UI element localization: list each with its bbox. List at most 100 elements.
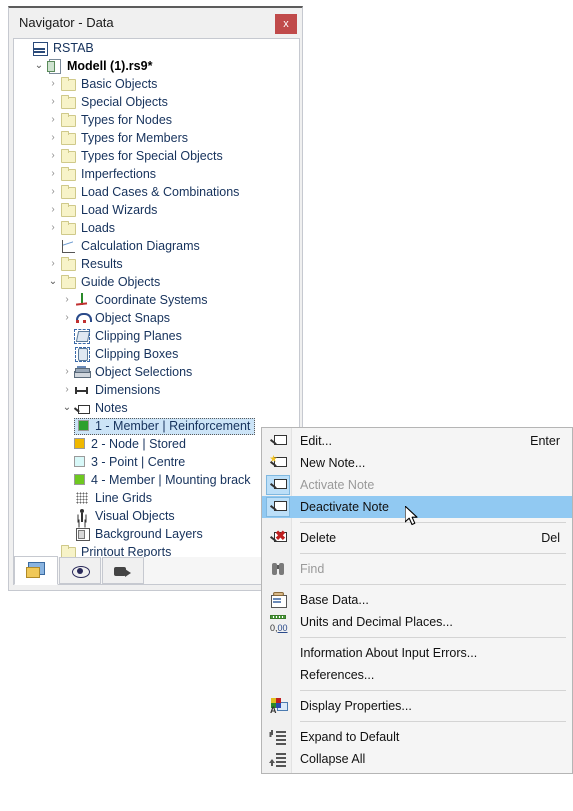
chevron-right-icon[interactable]: › (46, 129, 60, 147)
tree-item-calculation-diagrams[interactable]: › Calculation Diagrams (14, 237, 299, 255)
rstab-icon (32, 40, 48, 56)
note-deactivate-icon (270, 499, 287, 515)
folder-icon (60, 274, 76, 290)
tree-item-background-layers[interactable]: › Background Layers (14, 525, 299, 543)
note-delete-icon: ✖ (270, 529, 287, 546)
chevron-right-icon[interactable]: › (46, 147, 60, 165)
menu-item-delete[interactable]: ✖ Del Delete (262, 527, 572, 549)
tree-item-object-snaps[interactable]: › Object Snaps (14, 309, 299, 327)
note-item-content[interactable]: 4 - Member | Mounting brack (74, 473, 251, 487)
menu-item-expand-to-default[interactable]: Expand to Default (262, 726, 572, 748)
tree-item-label: Object Selections (95, 365, 193, 379)
note-item-3[interactable]: 3 - Point | Centre (14, 453, 299, 471)
chevron-down-icon[interactable]: ⌄ (32, 57, 46, 75)
chevron-right-icon[interactable]: › (46, 93, 60, 111)
menu-item-information-about-input-errors[interactable]: Information About Input Errors... (262, 642, 572, 664)
context-menu[interactable]: Enter Edit... New Note... Activate Note Deac… (261, 427, 573, 774)
note-item-1[interactable]: 1 - Member | Reinforcement (14, 417, 299, 435)
tree-item-imperfections[interactable]: › Imperfections (14, 165, 299, 183)
tree-item-guide-objects[interactable]: ⌄ Guide Objects (14, 273, 299, 291)
tab-data[interactable] (14, 556, 58, 585)
note-item-content[interactable]: 3 - Point | Centre (74, 455, 185, 469)
chevron-right-icon[interactable]: › (46, 255, 60, 273)
tab-display[interactable] (59, 557, 101, 584)
note-item-4[interactable]: 4 - Member | Mounting brack (14, 471, 299, 489)
menu-item-collapse-all[interactable]: Collapse All (262, 748, 572, 770)
chevron-spacer: › (60, 327, 74, 345)
folder-icon (60, 94, 76, 110)
menu-separator (300, 522, 566, 523)
tree-item-special-objects[interactable]: › Special Objects (14, 93, 299, 111)
tree-item-types-for-special-objects[interactable]: › Types for Special Objects (14, 147, 299, 165)
folder-icon (60, 112, 76, 128)
chevron-right-icon[interactable]: › (46, 201, 60, 219)
tree-item-clipping-planes[interactable]: › Clipping Planes (14, 327, 299, 345)
tree-item-basic-objects[interactable]: › Basic Objects (14, 75, 299, 93)
tree-item-notes[interactable]: ⌄ Notes (14, 399, 299, 417)
tree-item-load-cases-combinations[interactable]: › Load Cases & Combinations (14, 183, 299, 201)
camera-icon (113, 562, 133, 580)
tree-item-modell-1-rs9[interactable]: ⌄ Modell (1).rs9* (14, 57, 299, 75)
tree-item-loads[interactable]: › Loads (14, 219, 299, 237)
chevron-down-icon[interactable]: ⌄ (46, 273, 60, 291)
menu-item-units-and-decimal-places[interactable]: 0,00 Units and Decimal Places... (262, 611, 572, 633)
tree-item-coordinate-systems[interactable]: › Coordinate Systems (14, 291, 299, 309)
display-properties-icon: A (270, 698, 288, 715)
note-icon (74, 400, 90, 416)
tree-item-clipping-boxes[interactable]: › Clipping Boxes (14, 345, 299, 363)
note-color-swatch (74, 474, 85, 485)
tree-item-label: Line Grids (95, 491, 152, 505)
tree-item-load-wizards[interactable]: › Load Wizards (14, 201, 299, 219)
expand-icon (270, 729, 286, 745)
base-data-icon (270, 592, 287, 608)
chevron-right-icon[interactable]: › (60, 381, 74, 399)
tree-item-label: RSTAB (53, 41, 94, 55)
menu-item-base-data[interactable]: Base Data... (262, 589, 572, 611)
menu-item-label: Base Data... (300, 593, 369, 607)
tree-item-object-selections[interactable]: › Object Selections (14, 363, 299, 381)
note-label: 2 - Node | Stored (91, 437, 186, 451)
chevron-right-icon[interactable]: › (46, 111, 60, 129)
clipping-box-icon (74, 346, 90, 362)
note-item-content[interactable]: 1 - Member | Reinforcement (74, 418, 256, 435)
chevron-right-icon[interactable]: › (46, 219, 60, 237)
navigator-tree[interactable]: › RSTAB ⌄ Modell (1).rs9* › Basic Objects › Spe… (13, 38, 300, 560)
close-button[interactable]: x (275, 14, 297, 34)
menu-item-display-properties[interactable]: A Display Properties... (262, 695, 572, 717)
coordinate-systems-icon (74, 292, 90, 308)
note-item-2[interactable]: 2 - Node | Stored (14, 435, 299, 453)
menu-item-edit[interactable]: Enter Edit... (262, 430, 572, 452)
menu-item-references[interactable]: References... (262, 664, 572, 686)
chevron-right-icon[interactable]: › (60, 309, 74, 327)
tree-item-types-for-nodes[interactable]: › Types for Nodes (14, 111, 299, 129)
menu-separator (300, 553, 566, 554)
chevron-right-icon[interactable]: › (60, 291, 74, 309)
note-edit-icon (270, 433, 287, 449)
tree-item-label: Load Wizards (81, 203, 158, 217)
menu-shortcut: Enter (530, 434, 560, 448)
tab-views[interactable] (102, 557, 144, 584)
chevron-spacer: › (46, 237, 60, 255)
chevron-right-icon[interactable]: › (46, 183, 60, 201)
menu-separator (300, 721, 566, 722)
chevron-right-icon[interactable]: › (46, 165, 60, 183)
chevron-down-icon[interactable]: ⌄ (60, 399, 74, 417)
tree-item-results[interactable]: › Results (14, 255, 299, 273)
chevron-spacer: › (60, 489, 74, 507)
tree-item-rstab[interactable]: › RSTAB (14, 39, 299, 57)
chevron-right-icon[interactable]: › (46, 75, 60, 93)
menu-item-label: New Note... (300, 456, 366, 470)
object-selection-icon (74, 364, 90, 380)
note-item-content[interactable]: 2 - Node | Stored (74, 437, 186, 451)
tree-item-line-grids[interactable]: › Line Grids (14, 489, 299, 507)
menu-separator (300, 584, 566, 585)
menu-shortcut: Del (541, 531, 560, 545)
menu-item-deactivate-note[interactable]: Deactivate Note (262, 496, 572, 518)
chevron-right-icon[interactable]: › (60, 363, 74, 381)
tree-item-types-for-members[interactable]: › Types for Members (14, 129, 299, 147)
line-grid-icon (74, 490, 90, 506)
binoculars-icon (270, 561, 286, 577)
tree-item-dimensions[interactable]: › Dimensions (14, 381, 299, 399)
tree-item-visual-objects[interactable]: › Visual Objects (14, 507, 299, 525)
menu-item-new-note[interactable]: New Note... (262, 452, 572, 474)
